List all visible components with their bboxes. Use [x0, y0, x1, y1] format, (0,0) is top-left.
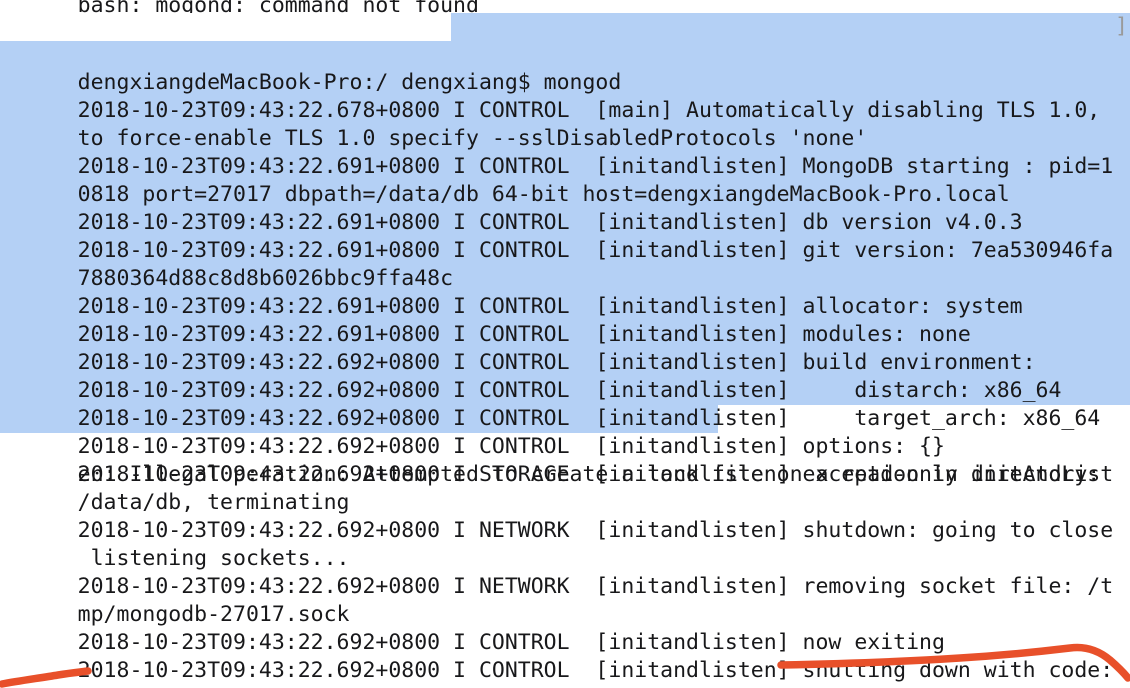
terminal-prompt-line[interactable]: dengxiangdeMacBook-Pro:/ dengxiang$ mong… — [0, 13, 1130, 95]
terminal-line-text: 2018-10-23T09:43:22.678+0800 I CONTROL [… — [77, 98, 1101, 123]
terminal-line-text: mp/mongodb-27017.sock — [77, 602, 350, 627]
terminal-line-text: 2018-10-23T09:43:22.692+0800 I CONTROL [… — [77, 406, 1101, 431]
terminal-line-text: dengxiangdeMacBook-Pro:/ dengxiang$ mong… — [77, 70, 622, 95]
terminal-line-text: 2018-10-23T09:43:22.692+0800 I NETWORK [… — [77, 574, 1114, 599]
edge-bracket-artifact: ] — [1115, 14, 1128, 39]
terminal-line-text: 2018-10-23T09:43:22.691+0800 I CONTROL [… — [77, 238, 1114, 263]
terminal-line-text: 2018-10-23T09:43:22.692+0800 I CONTROL [… — [77, 378, 1062, 403]
terminal-line-text: 2018-10-23T09:43:22.691+0800 I CONTROL [… — [77, 294, 1023, 319]
terminal-line-text: 2018-10-23T09:43:22.691+0800 I CONTROL [… — [77, 322, 971, 347]
terminal-line-text: to force-enable TLS 1.0 specify --sslDis… — [77, 126, 868, 151]
terminal-line-text: 2018-10-23T09:43:22.692+0800 I CONTROL [… — [77, 630, 945, 655]
terminal-line: bash: mogond: command not found — [0, 0, 1130, 13]
terminal-output-area[interactable]: bash: mogond: command not found dengxian… — [0, 0, 1130, 683]
terminal-line-text: 2018-10-23T09:43:22.691+0800 I CONTROL [… — [77, 154, 1114, 179]
terminal-line: 2018-10-23T09:43:22.678+0800 I CONTROL [… — [0, 41, 1130, 123]
terminal-line-text: listening sockets... — [77, 546, 350, 571]
terminal-line-text: /data/db, terminating — [77, 490, 350, 515]
terminal-line-text: 0818 port=27017 dbpath=/data/db 64-bit h… — [77, 182, 1010, 207]
selection-highlight — [0, 41, 1130, 69]
terminal-line-text: 2018-10-23T09:43:22.692+0800 I NETWORK [… — [77, 518, 1114, 543]
terminal-line-text: bash: mogond: command not found — [77, 0, 479, 13]
terminal-line-text: 2018-10-23T09:43:22.691+0800 I CONTROL [… — [77, 210, 1023, 235]
terminal-line-text: en: IllegalOperation: Attempted to creat… — [77, 462, 1101, 487]
selection-highlight — [451, 13, 1130, 41]
terminal-window[interactable]: bash: mogond: command not found dengxian… — [0, 0, 1130, 688]
terminal-line-text: 2018-10-23T09:43:22.692+0800 I CONTROL [… — [77, 434, 945, 459]
terminal-line-text: 2018-10-23T09:43:22.692+0800 I CONTROL [… — [77, 350, 1036, 375]
terminal-line-text: 2018-10-23T09:43:22.692+0800 I CONTROL [… — [77, 658, 1114, 683]
terminal-line-text: 7880364d88c8d8b6026bbc9ffa48c — [77, 266, 454, 291]
